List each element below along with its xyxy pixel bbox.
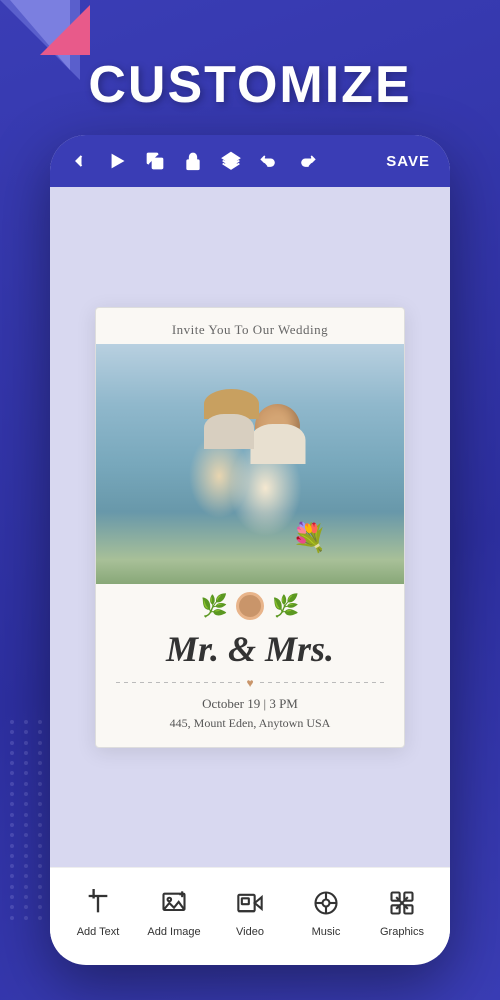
couple-names: Mr. & Mrs.	[96, 624, 404, 672]
event-date: October 19 | 3 PM	[96, 694, 404, 714]
divider-line-right	[260, 682, 384, 683]
graphics-button[interactable]: Graphics	[364, 885, 440, 938]
flower-center-icon	[236, 592, 264, 620]
editor-toolbar: SAVE	[50, 135, 450, 187]
music-icon	[308, 885, 344, 921]
add-text-icon: T	[80, 885, 116, 921]
bouquet-decoration: 💐	[292, 521, 327, 554]
graphics-icon	[384, 885, 420, 921]
video-label: Video	[236, 926, 264, 938]
add-text-button[interactable]: T Add Text	[60, 885, 136, 938]
phone-frame: SAVE Invite You To Our Wedding 💐 🌿 🌿 Mr.…	[50, 135, 450, 965]
page-title: CUSTOMIZE	[0, 55, 500, 115]
add-image-button[interactable]: Add Image	[136, 885, 212, 938]
card-area: Invite You To Our Wedding 💐 🌿 🌿 Mr. & Mr…	[50, 187, 450, 867]
play-button[interactable]	[100, 144, 134, 178]
wedding-card[interactable]: Invite You To Our Wedding 💐 🌿 🌿 Mr. & Mr…	[95, 307, 405, 748]
graphics-label: Graphics	[380, 926, 424, 938]
svg-text:T: T	[89, 889, 99, 902]
layers-button[interactable]	[214, 144, 248, 178]
event-location: 445, Mount Eden, Anytown USA	[96, 714, 404, 747]
groom-figure	[255, 404, 300, 449]
video-icon	[232, 885, 268, 921]
add-image-label: Add Image	[147, 926, 200, 938]
divider-line-left	[116, 682, 240, 683]
redo-button[interactable]	[290, 144, 324, 178]
music-label: Music	[312, 926, 341, 938]
bottom-toolbar: T Add Text Add Image	[50, 867, 450, 955]
card-header: Invite You To Our Wedding	[96, 308, 404, 344]
add-image-icon	[156, 885, 192, 921]
save-button[interactable]: SAVE	[378, 149, 438, 174]
card-photo: 💐	[96, 344, 404, 584]
leaf-right-icon: 🌿	[272, 593, 299, 619]
copy-button[interactable]	[138, 144, 172, 178]
music-button[interactable]: Music	[288, 885, 364, 938]
back-button[interactable]	[62, 144, 96, 178]
video-button[interactable]: Video	[212, 885, 288, 938]
leaf-left-icon: 🌿	[201, 593, 228, 619]
lock-button[interactable]	[176, 144, 210, 178]
undo-button[interactable]	[252, 144, 286, 178]
bride-figure	[209, 399, 249, 439]
add-text-label: Add Text	[77, 926, 120, 938]
floral-decoration: 🌿 🌿	[96, 584, 404, 624]
heart-icon: ♥	[246, 676, 253, 690]
card-divider: ♥	[96, 672, 404, 694]
